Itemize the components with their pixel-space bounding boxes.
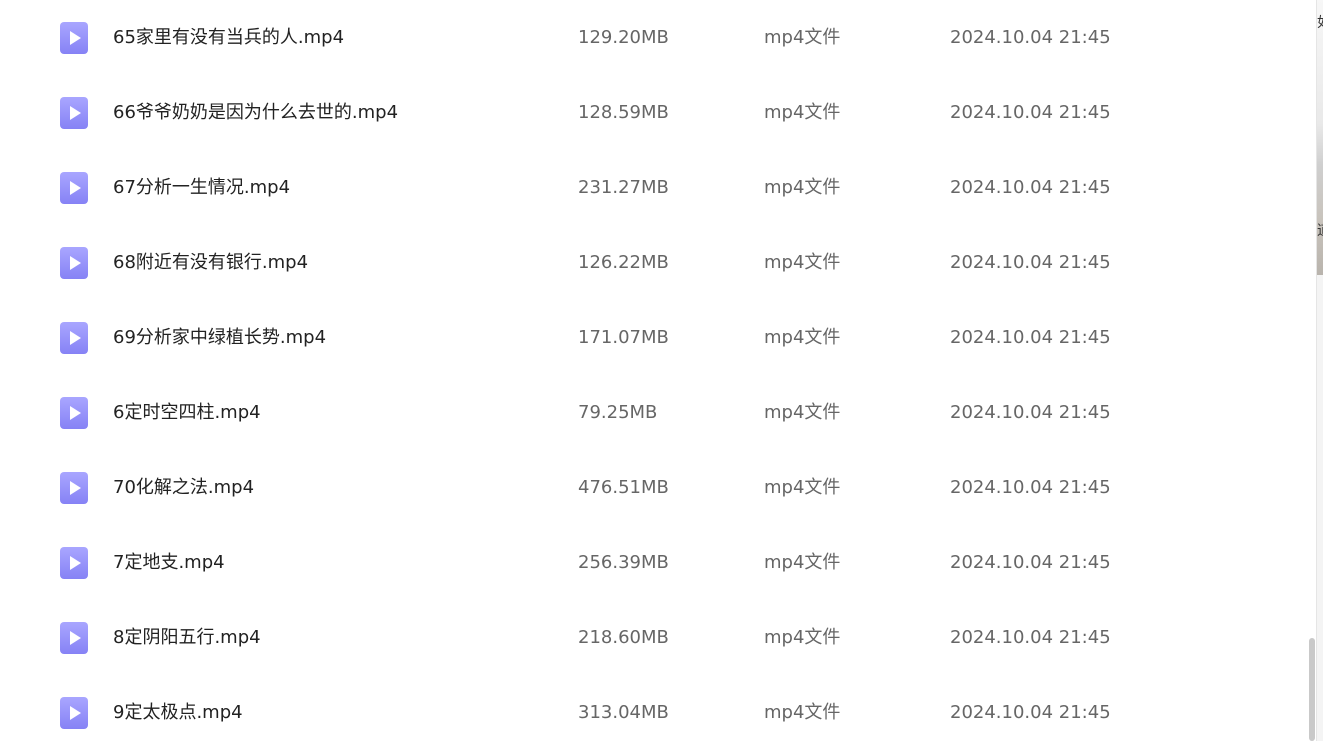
- file-type: mp4文件: [764, 27, 841, 48]
- file-date: 2024.10.04 21:45: [950, 327, 1111, 348]
- video-file-icon: [60, 547, 88, 579]
- file-date: 2024.10.04 21:45: [950, 252, 1111, 273]
- video-file-icon: [60, 172, 88, 204]
- video-file-icon: [60, 322, 88, 354]
- file-row[interactable]: 6定时空四柱.mp4 79.25MB mp4文件 2024.10.04 21:4…: [0, 375, 1316, 450]
- file-date: 2024.10.04 21:45: [950, 27, 1111, 48]
- adjacent-window-text-bottom: 道: [1317, 220, 1323, 240]
- file-size: 79.25MB: [578, 402, 658, 423]
- file-name[interactable]: 66爷爷奶奶是因为什么去世的.mp4: [113, 101, 398, 125]
- video-file-icon: [60, 247, 88, 279]
- file-date: 2024.10.04 21:45: [950, 552, 1111, 573]
- adjacent-window-edge: 如 道: [1316, 0, 1323, 741]
- file-browser-viewport: 65家里有没有当兵的人.mp4 129.20MB mp4文件 2024.10.0…: [0, 0, 1323, 741]
- file-type: mp4文件: [764, 627, 841, 648]
- file-size: 256.39MB: [578, 552, 669, 573]
- video-file-icon: [60, 622, 88, 654]
- file-date: 2024.10.04 21:45: [950, 102, 1111, 123]
- file-row[interactable]: 7定地支.mp4 256.39MB mp4文件 2024.10.04 21:45: [0, 525, 1316, 600]
- file-size: 231.27MB: [578, 177, 669, 198]
- file-size: 313.04MB: [578, 702, 669, 723]
- file-type: mp4文件: [764, 327, 841, 348]
- file-type: mp4文件: [764, 552, 841, 573]
- file-name[interactable]: 65家里有没有当兵的人.mp4: [113, 26, 344, 50]
- file-date: 2024.10.04 21:45: [950, 402, 1111, 423]
- file-name[interactable]: 9定太极点.mp4: [113, 701, 243, 725]
- video-file-icon: [60, 397, 88, 429]
- file-type: mp4文件: [764, 477, 841, 498]
- file-type: mp4文件: [764, 102, 841, 123]
- file-name[interactable]: 8定阴阳五行.mp4: [113, 626, 261, 650]
- file-size: 171.07MB: [578, 327, 669, 348]
- file-name[interactable]: 7定地支.mp4: [113, 551, 225, 575]
- file-name[interactable]: 70化解之法.mp4: [113, 476, 254, 500]
- vertical-scrollbar-thumb[interactable]: [1309, 638, 1315, 741]
- file-row[interactable]: 65家里有没有当兵的人.mp4 129.20MB mp4文件 2024.10.0…: [0, 0, 1316, 75]
- file-size: 126.22MB: [578, 252, 669, 273]
- file-name[interactable]: 69分析家中绿植长势.mp4: [113, 326, 326, 350]
- file-row[interactable]: 70化解之法.mp4 476.51MB mp4文件 2024.10.04 21:…: [0, 450, 1316, 525]
- file-type: mp4文件: [764, 252, 841, 273]
- file-row[interactable]: 66爷爷奶奶是因为什么去世的.mp4 128.59MB mp4文件 2024.1…: [0, 75, 1316, 150]
- file-date: 2024.10.04 21:45: [950, 627, 1111, 648]
- file-row[interactable]: 69分析家中绿植长势.mp4 171.07MB mp4文件 2024.10.04…: [0, 300, 1316, 375]
- video-file-icon: [60, 697, 88, 729]
- file-size: 476.51MB: [578, 477, 669, 498]
- video-file-icon: [60, 22, 88, 54]
- file-row[interactable]: 9定太极点.mp4 313.04MB mp4文件 2024.10.04 21:4…: [0, 675, 1316, 741]
- file-row[interactable]: 67分析一生情况.mp4 231.27MB mp4文件 2024.10.04 2…: [0, 150, 1316, 225]
- file-name[interactable]: 67分析一生情况.mp4: [113, 176, 290, 200]
- file-size: 129.20MB: [578, 27, 669, 48]
- file-name[interactable]: 68附近有没有银行.mp4: [113, 251, 308, 275]
- file-name[interactable]: 6定时空四柱.mp4: [113, 401, 261, 425]
- file-type: mp4文件: [764, 402, 841, 423]
- file-date: 2024.10.04 21:45: [950, 477, 1111, 498]
- file-list: 65家里有没有当兵的人.mp4 129.20MB mp4文件 2024.10.0…: [0, 0, 1316, 741]
- file-type: mp4文件: [764, 177, 841, 198]
- file-size: 128.59MB: [578, 102, 669, 123]
- file-row[interactable]: 68附近有没有银行.mp4 126.22MB mp4文件 2024.10.04 …: [0, 225, 1316, 300]
- file-type: mp4文件: [764, 702, 841, 723]
- video-file-icon: [60, 97, 88, 129]
- file-date: 2024.10.04 21:45: [950, 177, 1111, 198]
- video-file-icon: [60, 472, 88, 504]
- file-row[interactable]: 8定阴阳五行.mp4 218.60MB mp4文件 2024.10.04 21:…: [0, 600, 1316, 675]
- file-date: 2024.10.04 21:45: [950, 702, 1111, 723]
- adjacent-window-text-top: 如: [1317, 12, 1323, 32]
- file-size: 218.60MB: [578, 627, 669, 648]
